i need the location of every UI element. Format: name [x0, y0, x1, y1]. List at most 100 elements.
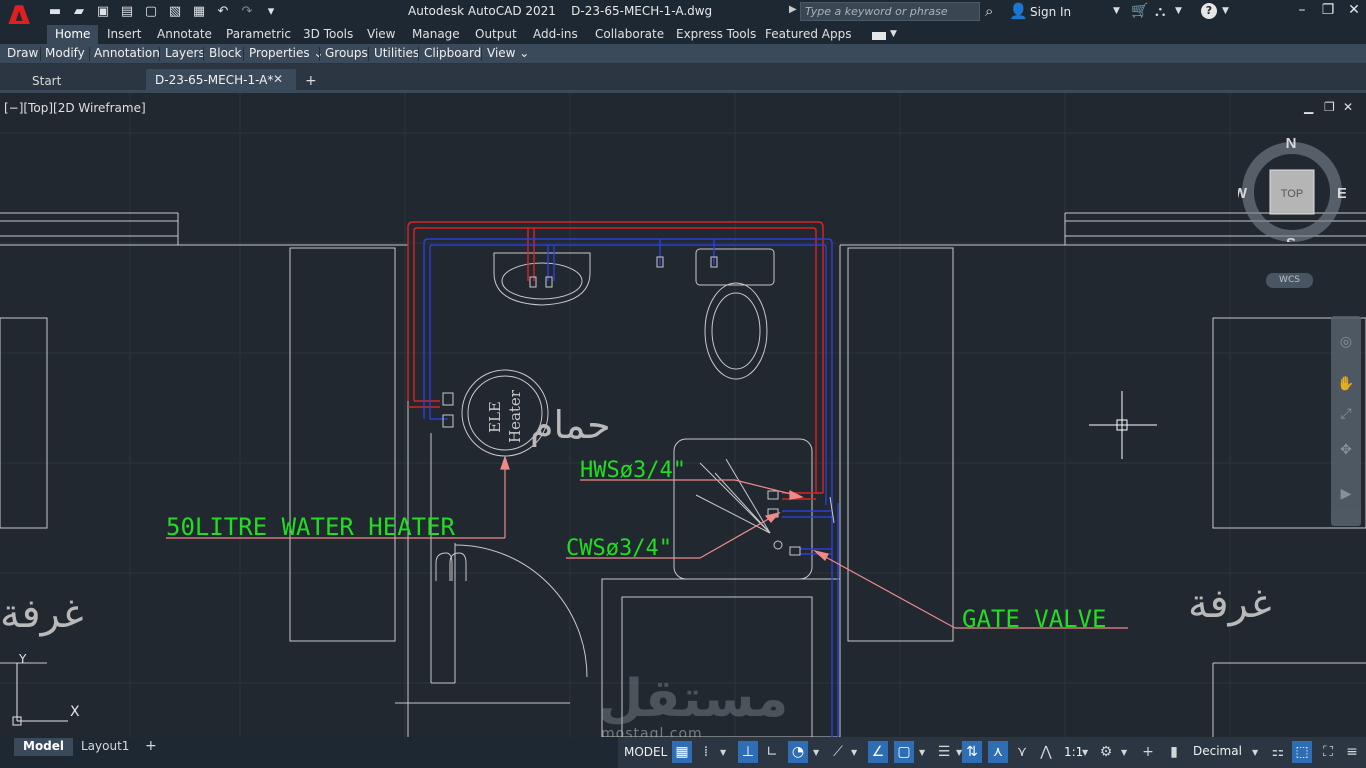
ribbon-minimize-icon[interactable]: [872, 32, 886, 40]
save-as-icon[interactable]: ▤: [118, 3, 136, 21]
chevron-down-icon[interactable]: ▼: [919, 748, 925, 757]
orbit-icon[interactable]: ✥: [1336, 440, 1356, 460]
panel-utilities[interactable]: Utilities: [374, 46, 419, 60]
model-space-toggle[interactable]: MODEL: [624, 745, 667, 759]
fullscreen-icon[interactable]: ⛶: [1318, 741, 1338, 763]
tab-view[interactable]: View: [367, 27, 395, 41]
dynamic-input-icon[interactable]: ∟: [762, 741, 782, 763]
cad-canvas[interactable]: 50LITRE WATER HEATER HWSø3/4" CWSø3/4" G…: [0, 93, 1366, 737]
export-icon[interactable]: ▢: [142, 3, 160, 21]
chevron-down-icon[interactable]: ▼: [1082, 748, 1088, 757]
chevron-down-icon[interactable]: ▼: [890, 29, 897, 39]
restore-icon[interactable]: ❐: [1318, 2, 1338, 18]
panel-view[interactable]: View ⌄: [487, 46, 529, 60]
add-tab-icon[interactable]: +: [305, 73, 317, 89]
tab-model[interactable]: Model: [14, 738, 74, 756]
tab-layout1[interactable]: Layout1: [81, 739, 129, 753]
tab-collaborate[interactable]: Collaborate: [595, 27, 664, 41]
tab-manage[interactable]: Manage: [412, 27, 460, 41]
annotation-visibility-icon[interactable]: ⋏: [988, 741, 1008, 763]
sign-in-button[interactable]: Sign In: [1030, 5, 1071, 19]
panel-annotation[interactable]: Annotation: [94, 46, 160, 60]
quick-properties-icon[interactable]: ⚏: [1268, 741, 1288, 763]
panel-block[interactable]: Block: [209, 46, 241, 60]
tab-express-tools[interactable]: Express Tools: [676, 27, 756, 41]
panel-properties[interactable]: Properties ⌄: [249, 46, 324, 60]
infer-constraints-icon[interactable]: ⊥: [738, 741, 758, 763]
compass-east[interactable]: E: [1337, 185, 1346, 202]
panel-modify[interactable]: Modify: [45, 46, 85, 60]
cws-label[interactable]: CWSø3/4": [566, 536, 672, 561]
chevron-down-icon[interactable]: ▼: [851, 748, 857, 757]
zoom-extents-icon[interactable]: ⤢: [1336, 404, 1356, 424]
isolate-objects-icon[interactable]: ⬚: [1292, 741, 1312, 763]
lineweight-icon[interactable]: ☰: [934, 741, 954, 763]
plus-icon[interactable]: +: [1138, 741, 1158, 763]
close-icon[interactable]: ✕: [1344, 2, 1364, 18]
chevron-down-icon[interactable]: ▼: [1121, 748, 1127, 757]
search-expand-icon[interactable]: ▶: [789, 4, 797, 15]
gate-valve-label[interactable]: GATE VALVE: [962, 605, 1107, 633]
tab-3d-tools[interactable]: 3D Tools: [303, 27, 353, 41]
annotation-scale-icon[interactable]: ⋀: [1036, 741, 1056, 763]
file-tab-start[interactable]: Start: [12, 71, 142, 92]
polar-tracking-icon[interactable]: ◔: [788, 741, 808, 763]
chevron-down-icon[interactable]: ▼: [813, 748, 819, 757]
tab-output[interactable]: Output: [475, 27, 517, 41]
object-snap-icon[interactable]: ▢: [894, 741, 914, 763]
viewport-restore-icon[interactable]: ❐: [1324, 100, 1335, 114]
new-icon[interactable]: ▬: [46, 3, 64, 21]
viewcube[interactable]: TOP N S E W: [1238, 134, 1346, 242]
units-value[interactable]: Decimal: [1193, 744, 1242, 758]
tab-add-ins[interactable]: Add-ins: [533, 27, 578, 41]
grid-icon[interactable]: ▦: [672, 741, 692, 763]
annotation-scale-value[interactable]: 1:1: [1064, 745, 1083, 759]
drawing-area[interactable]: [−][Top][2D Wireframe] ▁ ❐ ✕ 50LITRE WAT…: [0, 93, 1366, 737]
minimize-icon[interactable]: –: [1292, 2, 1312, 18]
pan-icon[interactable]: ✋: [1336, 374, 1356, 394]
user-icon[interactable]: 👤: [1009, 2, 1028, 20]
gear-icon[interactable]: ⚙: [1096, 741, 1116, 763]
viewport-controls-label[interactable]: [−][Top][2D Wireframe]: [4, 101, 146, 115]
object-snap-tracking-icon[interactable]: ∠: [868, 741, 888, 763]
customize-icon[interactable]: ≡: [1342, 741, 1362, 763]
chevron-down-icon[interactable]: ▼: [1222, 6, 1229, 16]
showmotion-icon[interactable]: ▶: [1336, 484, 1356, 504]
customize-icon[interactable]: ▾: [262, 3, 280, 21]
heater-label[interactable]: 50LITRE WATER HEATER: [166, 513, 456, 541]
tab-parametric[interactable]: Parametric: [226, 27, 291, 41]
import-icon[interactable]: ▧: [166, 3, 184, 21]
isodraft-icon[interactable]: ⟋: [828, 741, 848, 763]
viewport-close-icon[interactable]: ✕: [1343, 100, 1353, 114]
chevron-down-icon[interactable]: ▼: [1175, 6, 1182, 16]
cart-icon[interactable]: 🛒: [1131, 3, 1148, 19]
steering-wheel-icon[interactable]: ◎: [1336, 332, 1356, 352]
panel-layers[interactable]: Layers: [165, 46, 205, 60]
viewport-minimize-icon[interactable]: ▁: [1304, 100, 1313, 114]
undo-icon[interactable]: ↶: [214, 3, 232, 21]
chevron-down-icon[interactable]: ▼: [1252, 748, 1258, 757]
tab-home[interactable]: Home: [47, 25, 99, 44]
viewcube-top-face[interactable]: TOP: [1281, 188, 1303, 200]
print-icon[interactable]: ▦: [190, 3, 208, 21]
help-icon[interactable]: ?: [1201, 3, 1217, 19]
tab-insert[interactable]: Insert: [107, 27, 141, 41]
snap-icon[interactable]: ⁞: [696, 741, 716, 763]
close-icon[interactable]: ✕: [273, 72, 283, 86]
panel-clipboard[interactable]: Clipboard: [424, 46, 481, 60]
selection-cycling-icon[interactable]: ⇅: [962, 741, 982, 763]
search-input[interactable]: Type a keyword or phrase: [800, 2, 980, 21]
a360-icon[interactable]: ⛬: [1155, 2, 1166, 20]
chevron-down-icon[interactable]: ▼: [1113, 6, 1120, 16]
panel-groups[interactable]: Groups: [325, 46, 368, 60]
wcs-menu[interactable]: WCS: [1266, 273, 1313, 288]
compass-south[interactable]: S: [1286, 235, 1296, 242]
panel-draw[interactable]: Draw: [7, 46, 38, 60]
auto-scale-icon[interactable]: ⋎: [1012, 741, 1032, 763]
add-layout-icon[interactable]: +: [145, 738, 157, 754]
save-icon[interactable]: ▣: [94, 3, 112, 21]
chevron-down-icon[interactable]: ▼: [720, 748, 726, 757]
redo-icon[interactable]: ↷: [238, 3, 256, 21]
tab-annotate[interactable]: Annotate: [157, 27, 212, 41]
hws-label[interactable]: HWSø3/4": [580, 458, 686, 483]
